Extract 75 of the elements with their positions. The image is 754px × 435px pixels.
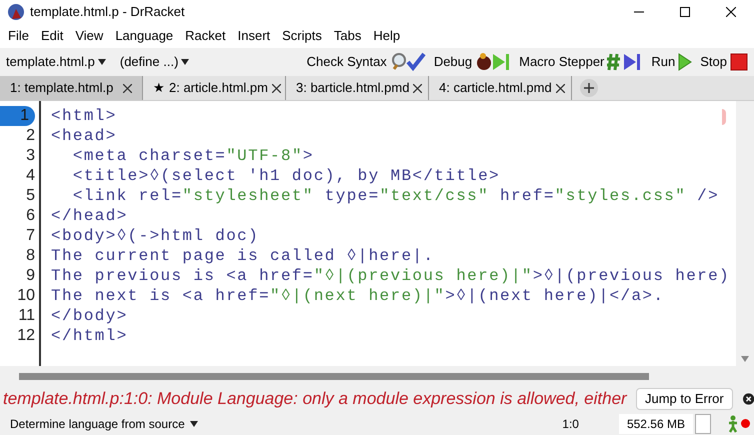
plus-icon — [584, 83, 594, 93]
line-number: 5 — [26, 186, 35, 206]
code-line: The previous is <a href="◊|(previous here)|">◊|(previous here) — [51, 266, 730, 286]
line-number: 6 — [26, 206, 35, 226]
caret-icon — [181, 59, 190, 65]
menu-item[interactable]: Language — [109, 26, 180, 46]
close-icon — [726, 7, 736, 17]
code-line: <body>◊(->html doc) — [51, 226, 260, 246]
play-icon — [678, 53, 692, 71]
bug-play-icon — [475, 52, 512, 72]
code-line: </html> — [51, 326, 128, 346]
code-line: <title>◊(select 'h1 doc), by MB</title> — [72, 166, 500, 186]
menu-item[interactable]: Racket — [179, 26, 232, 46]
line-number: 9 — [26, 266, 35, 286]
toolbar-button[interactable]: Debug — [434, 52, 512, 72]
line-number: 7 — [26, 226, 35, 246]
close-icon[interactable] — [556, 84, 565, 92]
toolbar-button[interactable]: Stop — [700, 52, 748, 72]
new-tab-button[interactable] — [580, 79, 598, 97]
language-dropdown[interactable]: Determine language from source — [10, 414, 198, 432]
close-icon[interactable] — [272, 84, 281, 92]
code-line: </body> — [51, 306, 128, 326]
scroll-down-icon[interactable] — [741, 356, 749, 362]
scrollbar-thumb[interactable] — [19, 372, 649, 380]
toolbar-button[interactable]: Macro Stepper — [519, 52, 644, 72]
line-number: 8 — [26, 246, 35, 266]
menu-item[interactable]: Tabs — [328, 26, 368, 46]
memory-field: 552.56 MB — [618, 414, 693, 434]
code-line: <meta charset="UTF-8"> — [72, 146, 314, 166]
toolbar-button[interactable]: Check Syntax — [306, 52, 426, 72]
running-figure-icon — [727, 414, 739, 432]
line-number: 3 — [26, 146, 35, 166]
maximize-icon — [680, 7, 690, 17]
paren-marker — [722, 109, 726, 125]
tab-label: 3: barticle.html.pmd — [296, 79, 410, 98]
close-icon[interactable] — [123, 84, 132, 92]
menu-item[interactable]: File — [2, 26, 35, 46]
app-logo-icon — [8, 4, 24, 20]
magnifier-check-icon — [390, 52, 426, 72]
menu-item[interactable]: Insert — [232, 26, 276, 46]
caret-icon — [98, 59, 106, 65]
menu-item[interactable]: View — [69, 26, 110, 46]
file-dropdown[interactable]: template.html.p — [6, 52, 106, 72]
line-number: 2 — [26, 126, 35, 146]
code-line: <head> — [51, 126, 117, 146]
tab-label: 2: article.html.pm — [169, 79, 268, 98]
code-line: The next is <a href="◊|(next here)|">◊|(next here)|</a>. — [51, 286, 664, 306]
menu-item[interactable]: Scripts — [276, 26, 328, 46]
status-dot-icon — [741, 419, 750, 428]
jump-to-error-button[interactable]: Jump to Error — [636, 388, 733, 410]
menu-item[interactable]: Edit — [34, 26, 70, 46]
line-number: 4 — [26, 166, 35, 186]
tab[interactable]: 1: template.html.p — [0, 76, 143, 100]
window-title: template.html.p - DrRacket — [30, 3, 185, 22]
toolbar-button[interactable]: Run — [651, 52, 692, 72]
tab-label: 4: carticle.html.pmd — [439, 79, 552, 98]
error-message: template.html.p:1:0: Module Language: only a module expression is allowed, either — [2, 388, 628, 410]
code-line: The current page is called ◊|here|. — [51, 246, 434, 266]
line-number: 10 — [17, 286, 35, 306]
tab-label: 1: template.html.p — [10, 79, 114, 98]
caret-icon — [190, 420, 198, 426]
code-line: <link rel="stylesheet" type="text/css" href="styles.css" /> — [72, 186, 720, 206]
gc-indicator — [695, 414, 711, 434]
definitions-dropdown[interactable]: (define ...) — [120, 52, 190, 72]
cursor-position: 1:0 — [562, 416, 579, 432]
line-number: 12 — [17, 326, 35, 346]
menu-item[interactable]: Help — [367, 26, 406, 46]
close-icon[interactable] — [413, 84, 422, 92]
code-line: </head> — [51, 206, 128, 226]
line-number: 1 — [0, 106, 35, 126]
close-icon[interactable] — [742, 391, 754, 407]
line-number: 11 — [18, 306, 35, 326]
code-line: <html> — [51, 106, 117, 126]
stop-icon — [730, 53, 748, 71]
star-icon: ★ — [153, 78, 165, 98]
